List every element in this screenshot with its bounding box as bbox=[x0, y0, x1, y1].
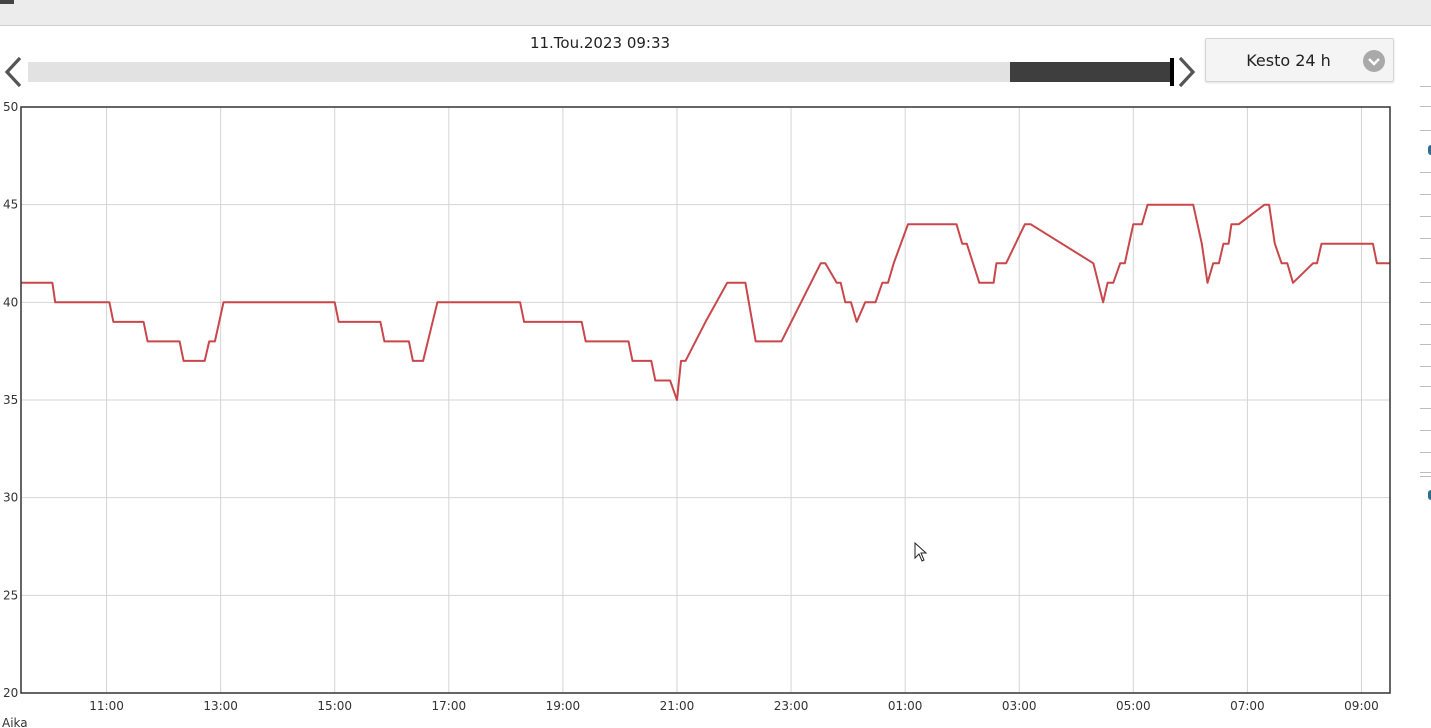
side-tick bbox=[1420, 324, 1431, 325]
x-tick-label: 09:00 bbox=[1344, 699, 1379, 713]
side-tick bbox=[1420, 366, 1431, 367]
side-tick bbox=[1420, 408, 1431, 409]
x-tick-label: 15:00 bbox=[317, 699, 352, 713]
x-tick-label: 13:00 bbox=[203, 699, 238, 713]
y-tick-label: 30 bbox=[3, 491, 18, 505]
x-tick-label: 21:00 bbox=[660, 699, 695, 713]
side-tick bbox=[1420, 172, 1431, 173]
chart-grid bbox=[21, 107, 1390, 693]
y-tick-label: 50 bbox=[3, 100, 18, 114]
y-tick-label: 45 bbox=[3, 198, 18, 212]
x-tick-label: 05:00 bbox=[1116, 699, 1151, 713]
x-axis-label: Aika bbox=[2, 716, 28, 728]
y-tick-label: 20 bbox=[3, 686, 18, 700]
x-tick-label: 11:00 bbox=[89, 699, 124, 713]
x-tick-label: 03:00 bbox=[1002, 699, 1037, 713]
side-tick bbox=[1420, 386, 1431, 387]
y-tick-label: 25 bbox=[3, 588, 18, 602]
y-axis-ticks: 20 25 30 35 40 45 50 bbox=[3, 100, 18, 700]
side-tick bbox=[1420, 452, 1431, 453]
side-tick bbox=[1420, 194, 1431, 195]
side-tick bbox=[1420, 344, 1431, 345]
side-tick bbox=[1420, 472, 1431, 473]
side-tick bbox=[1420, 476, 1431, 477]
x-tick-label: 19:00 bbox=[546, 699, 581, 713]
side-tick bbox=[1420, 216, 1431, 217]
side-tick bbox=[1420, 430, 1431, 431]
side-legend-strip bbox=[1418, 86, 1431, 526]
side-tick bbox=[1420, 238, 1431, 239]
x-axis-ticks: 11:00 13:00 15:00 17:00 19:00 21:00 23:00 01:00… bbox=[89, 699, 1379, 713]
line-chart: 20 25 30 35 40 45 50 11:00 13:00 15:00 17:00 19:00… bbox=[2, 100, 1391, 728]
x-tick-label: 07:00 bbox=[1230, 699, 1265, 713]
y-tick-label: 35 bbox=[3, 393, 18, 407]
mouse-cursor-icon bbox=[914, 542, 928, 562]
x-tick-label: 23:00 bbox=[774, 699, 809, 713]
x-tick-label: 17:00 bbox=[432, 699, 467, 713]
side-tick bbox=[1420, 282, 1431, 283]
side-tick bbox=[1420, 258, 1431, 259]
side-tick bbox=[1420, 86, 1431, 87]
side-tick bbox=[1420, 106, 1431, 107]
y-tick-label: 40 bbox=[3, 295, 18, 309]
side-tick bbox=[1420, 130, 1431, 131]
x-tick-label: 01:00 bbox=[888, 699, 923, 713]
side-tick bbox=[1420, 302, 1431, 303]
